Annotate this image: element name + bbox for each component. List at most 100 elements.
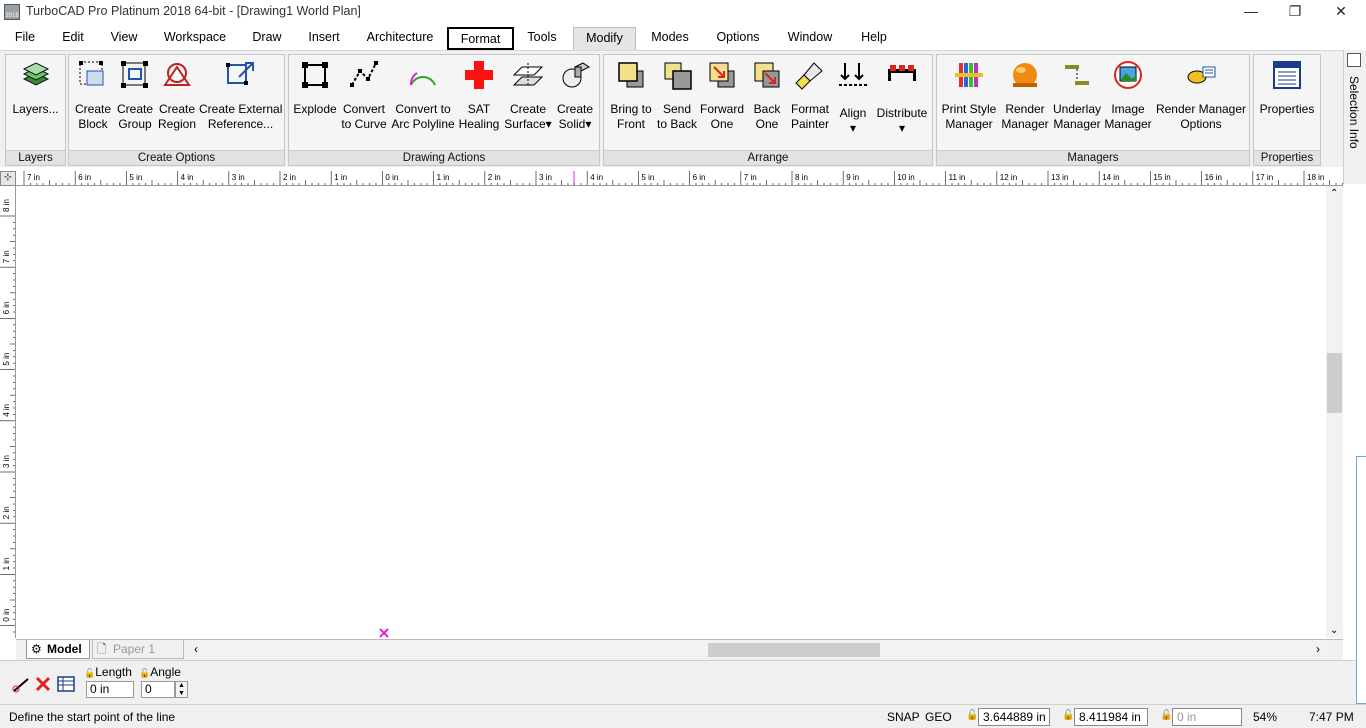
ruler-label: 8 in xyxy=(2,199,11,212)
bring-to-front-button[interactable]: Bring to Front xyxy=(606,57,656,133)
align-dropdown-icon: ▾ xyxy=(849,121,857,135)
forward-one-icon xyxy=(709,62,735,88)
menu-modes[interactable]: Modes xyxy=(644,27,696,50)
vertical-scrollbar[interactable]: ⌃ ⌄ xyxy=(1326,186,1343,638)
menu-format[interactable]: Format xyxy=(447,27,514,50)
scroll-down-icon[interactable]: ⌄ xyxy=(1330,625,1338,636)
scroll-up-icon[interactable]: ⌃ xyxy=(1330,188,1338,199)
forward-one-button[interactable]: Forward One xyxy=(699,57,745,133)
ruler-label: 13 in xyxy=(1051,173,1068,182)
snap-toggle[interactable]: SNAP xyxy=(887,710,920,724)
zoom-level[interactable]: 54% xyxy=(1253,710,1277,724)
format-painter-button[interactable]: Format Painter xyxy=(788,57,832,133)
angle-field[interactable]: 0 xyxy=(141,681,175,698)
drawing-canvas[interactable] xyxy=(17,187,1326,638)
length-field[interactable]: 0 in xyxy=(86,681,134,698)
ruler-origin-icon[interactable]: ⊹ xyxy=(0,171,16,186)
ribbon-group-properties: Properties Properties xyxy=(1253,54,1321,166)
line-tool-icon[interactable] xyxy=(12,675,30,693)
create-surface-label-line1: Create xyxy=(509,102,547,116)
close-button[interactable]: ✕ xyxy=(1318,0,1364,25)
properties-button[interactable]: Properties xyxy=(1256,57,1318,133)
create-solid-label-line1: Create xyxy=(556,102,594,116)
render-manager-button[interactable]: Render Manager xyxy=(999,57,1051,133)
menu-insert[interactable]: Insert xyxy=(302,27,346,50)
geo-toggle[interactable]: GEO xyxy=(925,710,952,724)
horizontal-scroll-thumb[interactable] xyxy=(708,643,880,657)
create-surface-icon xyxy=(512,63,544,87)
menu-file[interactable]: File xyxy=(8,27,42,50)
horizontal-scrollbar[interactable]: ‹ › xyxy=(190,640,1326,659)
create-external-reference-button[interactable]: Create External Reference... xyxy=(199,57,282,133)
menu-help[interactable]: Help xyxy=(854,27,894,50)
menu-architecture[interactable]: Architecture xyxy=(360,27,440,50)
vertical-scroll-thumb[interactable] xyxy=(1327,353,1342,413)
image-manager-button[interactable]: Image Manager xyxy=(1103,57,1153,133)
window-title: TurboCAD Pro Platinum 2018 64-bit - [Dra… xyxy=(26,4,361,18)
create-solid-button[interactable]: Create Solid▾ xyxy=(553,57,597,133)
menu-options[interactable]: Options xyxy=(710,27,766,50)
menu-draw[interactable]: Draw xyxy=(246,27,288,50)
layers-button[interactable]: Layers... xyxy=(8,57,63,133)
scroll-left-icon[interactable]: ‹ xyxy=(194,642,198,656)
scroll-right-icon[interactable]: › xyxy=(1316,642,1320,656)
menu-workspace[interactable]: Workspace xyxy=(158,27,232,50)
align-button[interactable]: Align ▾ xyxy=(832,57,874,135)
create-block-button[interactable]: Create Block xyxy=(72,57,114,133)
tab-model[interactable]: ⚙ Model xyxy=(26,640,90,659)
print-style-manager-button[interactable]: Print Style Manager xyxy=(939,57,999,133)
angle-spinner[interactable]: ▲ ▼ xyxy=(175,681,188,698)
create-region-button[interactable]: Create Region xyxy=(156,57,198,133)
group-label-drawing-actions: Drawing Actions xyxy=(289,150,599,165)
menu-edit[interactable]: Edit xyxy=(56,27,90,50)
ruler-label: 2 in xyxy=(283,173,296,182)
menu-tools[interactable]: Tools xyxy=(520,27,564,50)
render-manager-options-button[interactable]: Render Manager Options xyxy=(1154,57,1248,133)
ribbon-group-managers: Print Style Manager Render Manager Underla… xyxy=(936,54,1250,166)
paintbrush-icon xyxy=(795,62,823,90)
render-sphere-icon xyxy=(1013,63,1037,87)
pin-icon[interactable] xyxy=(1347,53,1361,67)
y-lock-icon[interactable]: 🔓 xyxy=(1062,710,1074,721)
send-to-back-button[interactable]: Send to Back xyxy=(656,57,698,133)
ribbon-group-layers: Layers... Layers xyxy=(5,54,66,166)
create-group-button[interactable]: Create Group xyxy=(114,57,156,133)
z-coordinate-field[interactable]: 0 in xyxy=(1172,708,1242,726)
back-one-button[interactable]: Back One xyxy=(746,57,788,133)
menu-view[interactable]: View xyxy=(104,27,144,50)
turbocad-app-icon[interactable]: 2018 xyxy=(4,4,20,20)
menu-modify[interactable]: Modify xyxy=(573,27,636,50)
explode-button[interactable]: Explode xyxy=(291,57,339,133)
ruler-label: 4 in xyxy=(590,173,603,182)
ribbon-group-create-options: Create Block Create Group Create Region Cre… xyxy=(68,54,285,166)
ruler-label: 17 in xyxy=(1256,173,1273,182)
ruler-label: 1 in xyxy=(2,557,11,570)
distribute-button[interactable]: Distribute ▾ xyxy=(874,57,930,135)
create-solid-label-line2: Solid▾ xyxy=(558,117,592,131)
create-surface-button[interactable]: Create Surface▾ xyxy=(503,57,553,133)
ruler-label: 2 in xyxy=(488,173,501,182)
restore-button[interactable]: ❐ xyxy=(1272,0,1318,25)
cancel-icon[interactable] xyxy=(34,675,52,693)
convert-to-curve-button[interactable]: Convert to Curve xyxy=(339,57,389,133)
menu-window[interactable]: Window xyxy=(780,27,840,50)
convert-to-arc-polyline-button[interactable]: Convert to Arc Polyline xyxy=(390,57,456,133)
render-options-icon xyxy=(1187,66,1216,84)
z-lock-icon[interactable]: 🔓 xyxy=(1160,710,1172,721)
x-coordinate-field[interactable]: 3.644889 in xyxy=(978,708,1050,726)
back-one-label-line2: One xyxy=(755,117,779,131)
y-coordinate-field[interactable]: 8.411984 in xyxy=(1074,708,1148,726)
angle-lock-icon[interactable]: 🔓 xyxy=(139,668,150,678)
send-to-back-icon xyxy=(664,62,692,90)
minimize-button[interactable]: — xyxy=(1228,0,1274,25)
table-icon[interactable] xyxy=(57,675,75,693)
tab-paper-1[interactable]: 🗋 Paper 1 xyxy=(92,640,184,659)
create-external-reference-label-line1: Create External xyxy=(199,102,283,116)
selection-info-tab[interactable]: Selection Info xyxy=(1345,72,1363,152)
group-label-create-options: Create Options xyxy=(69,150,284,165)
x-lock-icon[interactable]: 🔓 xyxy=(966,710,978,721)
length-lock-icon[interactable]: 🔓 xyxy=(84,668,95,678)
sat-healing-label-line2: Healing xyxy=(458,117,500,131)
underlay-manager-button[interactable]: Underlay Manager xyxy=(1051,57,1103,133)
sat-healing-button[interactable]: SAT Healing xyxy=(456,57,502,133)
